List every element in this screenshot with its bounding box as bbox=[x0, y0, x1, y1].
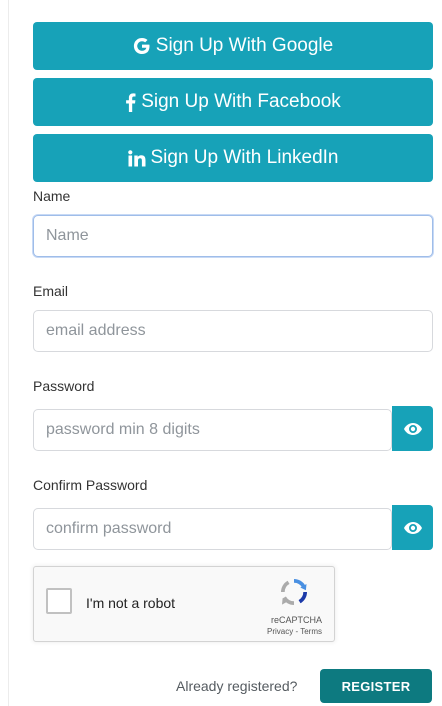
linkedin-signup-label: Sign Up With LinkedIn bbox=[150, 147, 339, 168]
toggle-confirm-password-visibility-button[interactable] bbox=[392, 505, 433, 550]
eye-icon bbox=[403, 422, 422, 435]
facebook-signup-button[interactable]: Sign Up With Facebook bbox=[33, 78, 433, 126]
recaptcha-checkbox[interactable] bbox=[46, 588, 72, 614]
recaptcha-logo-icon bbox=[281, 579, 308, 605]
confirm-password-label: Confirm Password bbox=[33, 477, 148, 493]
facebook-icon bbox=[125, 92, 136, 112]
name-label: Name bbox=[33, 188, 71, 204]
recaptcha-brand: reCAPTCHA bbox=[270, 615, 322, 625]
already-registered-link[interactable]: Already registered? bbox=[176, 678, 297, 694]
page-left-border bbox=[8, 0, 9, 706]
eye-icon bbox=[403, 521, 422, 534]
google-signup-button[interactable]: Sign Up With Google bbox=[33, 22, 433, 70]
toggle-password-visibility-button[interactable] bbox=[392, 406, 433, 451]
linkedin-signup-button[interactable]: Sign Up With LinkedIn bbox=[33, 134, 433, 182]
register-button[interactable]: REGISTER bbox=[320, 669, 432, 703]
password-input[interactable] bbox=[33, 409, 392, 451]
confirm-password-input[interactable] bbox=[33, 508, 392, 550]
recaptcha-label: I'm not a robot bbox=[86, 595, 176, 611]
email-label: Email bbox=[33, 283, 69, 299]
recaptcha-privacy-terms-links[interactable]: Privacy - Terms bbox=[267, 627, 322, 636]
email-input[interactable] bbox=[33, 310, 433, 352]
recaptcha-widget: I'm not a robot reCAPTCHA Privacy - Term… bbox=[33, 566, 335, 642]
name-input[interactable] bbox=[33, 215, 433, 257]
google-signup-label: Sign Up With Google bbox=[155, 35, 334, 56]
linkedin-icon bbox=[127, 149, 146, 167]
password-label: Password bbox=[33, 378, 95, 394]
facebook-signup-label: Sign Up With Facebook bbox=[141, 91, 341, 112]
google-icon bbox=[133, 37, 151, 55]
